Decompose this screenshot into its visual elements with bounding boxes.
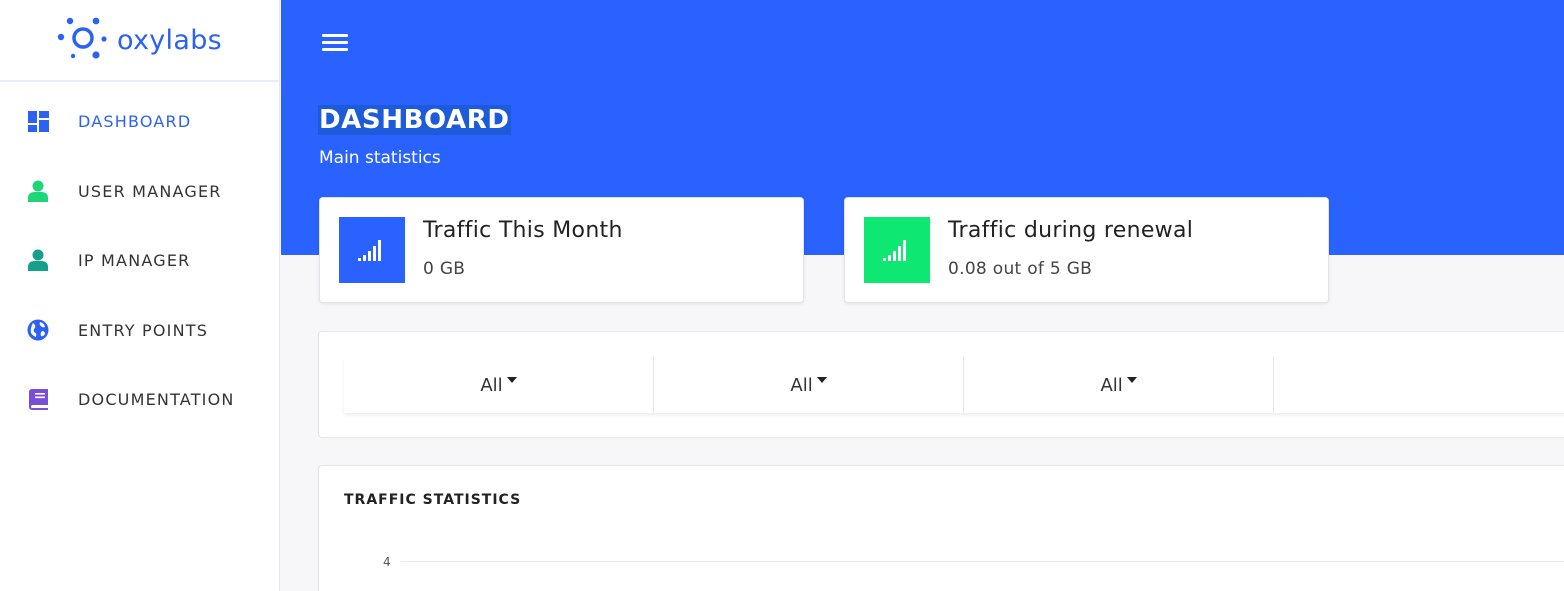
sidebar-item-label: DOCUMENTATION [78,389,235,409]
signal-bars-icon [339,217,405,283]
sidebar-item-user-manager[interactable]: USER MANAGER [0,161,279,221]
logo[interactable]: oxylabs [0,0,279,82]
sidebar-item-dashboard[interactable]: DASHBOARD [0,91,279,151]
signal-bars-icon [864,217,930,283]
stat-card-traffic-renewal: Traffic during renewal 0.08 out of 5 GB [844,197,1329,303]
sidebar-item-label: DASHBOARD [78,111,192,131]
caret-down-icon [816,377,827,383]
page-subtitle: Main statistics [319,148,441,168]
globe-icon [27,319,49,341]
page-title: DASHBOARD [318,105,511,135]
chart-gridline [401,561,1564,562]
chart-title: TRAFFIC STATISTICS [344,492,522,508]
sidebar-item-documentation[interactable]: DOCUMENTATION [0,369,279,429]
stat-card-traffic-month: Traffic This Month 0 GB [319,197,804,303]
y-axis-tick: 4 [383,555,391,569]
filter-dropdown-1[interactable]: All [344,357,655,413]
sidebar-item-label: IP MANAGER [78,250,191,270]
sidebar-item-ip-manager[interactable]: IP MANAGER [0,230,279,290]
filter-panel: All All All [318,331,1564,438]
sidebar-item-label: USER MANAGER [78,181,222,201]
filter-dropdown-4[interactable] [1274,357,1564,413]
caret-down-icon [1126,377,1137,383]
filter-row: All All All [344,357,1564,413]
filter-dropdown-3[interactable]: All [964,357,1275,413]
oxylabs-logo-icon [57,17,107,59]
dashboard-icon [27,110,49,132]
caret-down-icon [506,377,517,383]
sidebar: oxylabs DASHBOARD USER MANAGER IP MANAGE… [0,0,280,591]
stat-title: Traffic This Month [423,218,623,243]
filter-value: All [1100,374,1123,396]
sidebar-item-label: ENTRY POINTS [78,320,209,340]
filter-value: All [790,374,813,396]
stat-title: Traffic during renewal [948,218,1194,243]
sidebar-item-entry-points[interactable]: ENTRY POINTS [0,300,279,360]
user-icon [27,180,49,202]
filter-dropdown-2[interactable]: All [654,357,965,413]
menu-icon[interactable] [322,34,348,52]
stat-value: 0.08 out of 5 GB [948,259,1093,279]
book-icon [27,388,49,410]
user-icon [27,249,49,271]
stat-value: 0 GB [423,259,466,279]
traffic-statistics-panel: TRAFFIC STATISTICS 4 [318,465,1564,591]
logo-text: oxylabs [117,24,222,56]
filter-value: All [480,374,503,396]
